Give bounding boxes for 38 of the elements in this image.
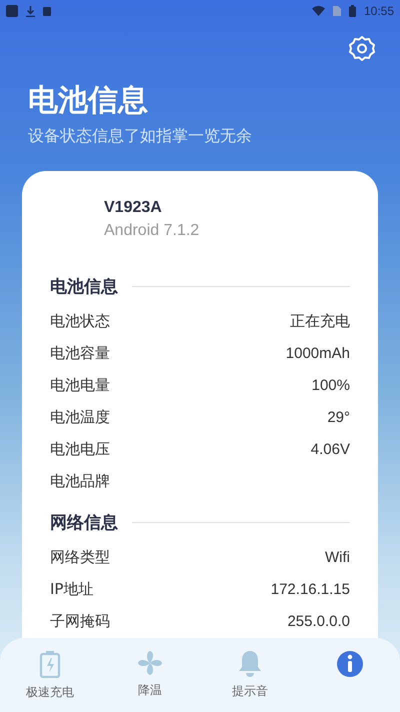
settings-icon[interactable] [348, 35, 376, 63]
page-title: 电池信息 [27, 82, 149, 120]
info-label: 电池电压 [50, 440, 110, 458]
info-value: 1000mAh [286, 344, 350, 362]
os-version: Android 7.1.2 [104, 221, 200, 241]
fan-icon [137, 650, 163, 676]
info-label: 子网掩码 [50, 612, 110, 630]
nav-tab[interactable]: 极速充电 [0, 638, 100, 712]
nav-tab[interactable]: 降温 [100, 638, 200, 712]
info-value: Wifi [325, 548, 350, 566]
notification-icon [43, 6, 51, 16]
info-value: 29° [327, 408, 350, 426]
info-label: 电池容量 [50, 344, 110, 362]
info-value: 100% [312, 376, 350, 394]
info-label: 电池品牌 [50, 472, 110, 490]
battery-bolt-icon [39, 650, 61, 678]
page-subtitle: 设备状态信息了如指掌一览无余 [27, 125, 253, 147]
battery-icon [348, 5, 356, 17]
device-model: V1923A [104, 198, 163, 218]
nav-tab[interactable]: 提示音 [200, 638, 300, 712]
info-value: 正在充电 [290, 312, 350, 330]
info-label: IP地址 [50, 580, 94, 598]
app-icon [6, 5, 18, 17]
info-icon [336, 650, 364, 678]
info-value: 4.06V [310, 440, 350, 458]
download-icon [26, 6, 35, 16]
sim-icon [332, 6, 341, 16]
wifi-icon [312, 6, 325, 16]
section-title: 网络信息 [50, 512, 118, 534]
info-label: 网络类型 [50, 548, 110, 566]
bell-icon [238, 650, 262, 677]
info-value: 172.16.1.15 [270, 580, 350, 598]
status-time: 10:55 [364, 4, 394, 18]
info-label: 电池状态 [50, 312, 110, 330]
section-title: 电池信息 [50, 276, 118, 298]
info-label: 电池温度 [50, 408, 110, 426]
info-label: 电池电量 [50, 376, 110, 394]
info-value: 255.0.0.0 [287, 612, 350, 630]
